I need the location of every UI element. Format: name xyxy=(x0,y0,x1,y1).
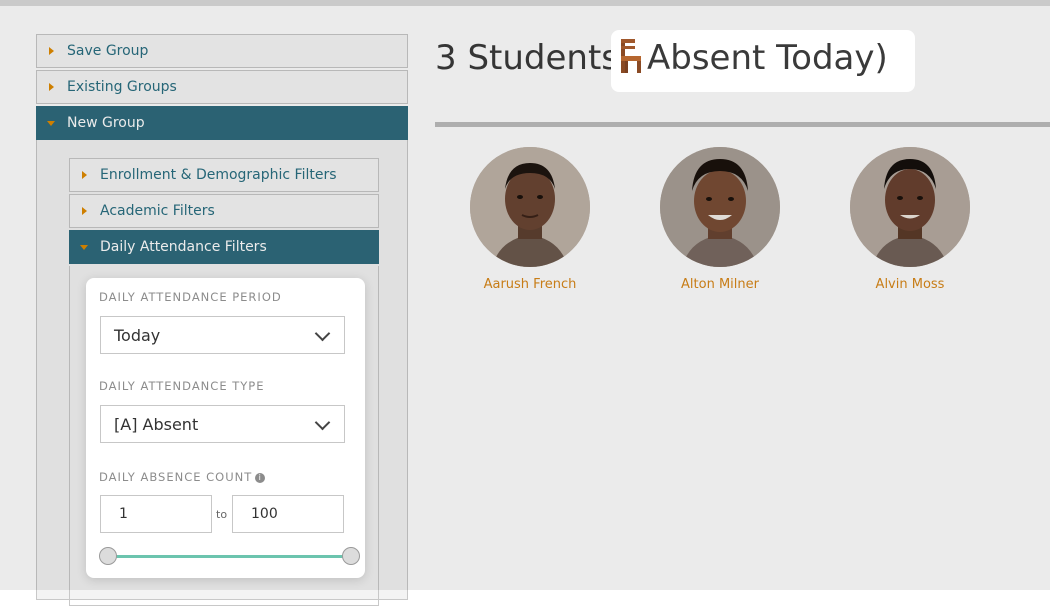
accordion-label: Daily Attendance Filters xyxy=(100,239,267,255)
chair-icon xyxy=(617,39,643,73)
range-slider-track[interactable] xyxy=(108,555,351,558)
absence-count-min-input[interactable] xyxy=(100,495,212,533)
student-name: Aarush French xyxy=(483,277,577,292)
title-divider xyxy=(435,122,1050,127)
caret-right-icon xyxy=(49,47,54,55)
absence-count-max-input[interactable] xyxy=(232,495,344,533)
student-card[interactable]: Alvin Moss xyxy=(830,147,990,292)
range-to-label: to xyxy=(216,508,228,521)
accordion-enrollment-filters[interactable]: Enrollment & Demographic Filters xyxy=(69,158,379,192)
range-slider-max-handle[interactable] xyxy=(342,547,360,565)
student-name: Alton Milner xyxy=(681,277,759,292)
range-slider-min-handle[interactable] xyxy=(99,547,117,565)
caret-down-icon xyxy=(80,245,88,250)
attendance-period-select[interactable]: Today xyxy=(100,316,345,354)
student-card[interactable]: Alton Milner xyxy=(640,147,800,292)
accordion-label: Enrollment & Demographic Filters xyxy=(100,167,337,183)
top-bar xyxy=(0,0,1050,6)
accordion-academic-filters[interactable]: Academic Filters xyxy=(69,194,379,228)
accordion-label: Existing Groups xyxy=(67,79,177,95)
attendance-type-select[interactable]: [A] Absent xyxy=(100,405,345,443)
accordion-new-group[interactable]: New Group xyxy=(36,106,408,140)
period-label: DAILY ATTENDANCE PERIOD xyxy=(99,290,282,304)
student-name: Alvin Moss xyxy=(875,277,945,292)
accordion-save-group[interactable]: Save Group xyxy=(36,34,408,68)
student-card[interactable]: Aarush French xyxy=(450,147,610,292)
accordion-daily-attendance-filters[interactable]: Daily Attendance Filters xyxy=(69,230,379,264)
accordion-existing-groups[interactable]: Existing Groups xyxy=(36,70,408,104)
caret-right-icon xyxy=(82,207,87,215)
absent-today-text: Absent Today) xyxy=(647,38,888,78)
avatar xyxy=(470,147,590,267)
accordion-label: Academic Filters xyxy=(100,203,215,219)
avatar xyxy=(850,147,970,267)
type-label: DAILY ATTENDANCE TYPE xyxy=(99,379,265,393)
count-label-text: DAILY ABSENCE COUNT xyxy=(99,470,253,484)
caret-right-icon xyxy=(49,83,54,91)
absent-today-highlight: Absent Today) xyxy=(611,30,915,92)
chevron-down-icon xyxy=(314,414,331,431)
chevron-down-icon xyxy=(314,325,331,342)
info-icon[interactable]: i xyxy=(255,473,266,483)
caret-right-icon xyxy=(82,171,87,179)
accordion-label: New Group xyxy=(67,115,145,131)
accordion-label: Save Group xyxy=(67,43,149,59)
caret-down-icon xyxy=(47,121,55,126)
count-label: DAILY ABSENCE COUNT i xyxy=(99,470,266,484)
avatar xyxy=(660,147,780,267)
select-value: Today xyxy=(114,326,161,345)
daily-attendance-filter-panel: DAILY ATTENDANCE PERIOD Today DAILY ATTE… xyxy=(86,278,365,578)
select-value: [A] Absent xyxy=(114,415,199,434)
